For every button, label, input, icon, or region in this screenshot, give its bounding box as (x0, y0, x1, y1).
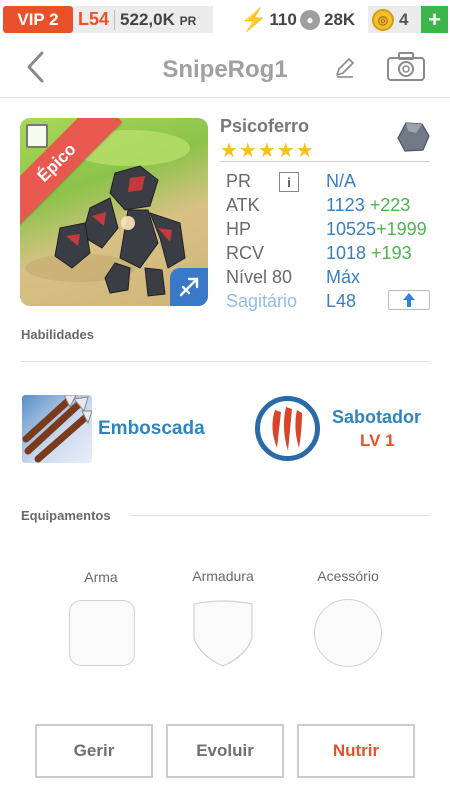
player-level: L54 (78, 9, 110, 29)
accessory-slot[interactable] (314, 599, 382, 667)
divider (130, 515, 430, 516)
equipment-section-title: Equipamentos (21, 508, 111, 523)
gold-amount: 522,0K PR (120, 10, 196, 30)
add-gems-button[interactable]: + (421, 6, 448, 33)
paw-counter[interactable]: ● 28K (300, 6, 355, 33)
stat-label-atk: ATK (226, 195, 260, 215)
gem-value: 4 (399, 9, 409, 29)
hero-name: Psicoferro (220, 116, 310, 136)
energy-value: 110 (269, 9, 297, 29)
gold-unit: PR (179, 13, 197, 28)
level-gold-box: L54 522,0K PR (73, 6, 213, 33)
divider (114, 9, 116, 30)
divider (21, 361, 430, 362)
upgrade-arrow-button[interactable] (388, 290, 430, 310)
armor-slot[interactable] (190, 598, 256, 668)
armor-slot-label: Armadura (192, 568, 254, 584)
vip-badge[interactable]: VIP 2 (3, 6, 73, 33)
stat-value-level: Máx (326, 267, 361, 287)
gem-coin-icon: ◎ (372, 8, 394, 31)
atk-base: 1123 (326, 195, 365, 215)
element-rock-icon (397, 122, 430, 152)
status-bar: VIP 2 L54 522,0K PR ⚡ 110 ● 28K ◎ 4 + (0, 0, 450, 38)
gem-counter: ◎ 4 + (368, 6, 448, 33)
manage-button[interactable]: Gerir (35, 724, 153, 778)
atk-bonus: +223 (369, 195, 411, 215)
up-arrow-icon (403, 293, 415, 307)
rcv-base: 1018 (326, 243, 367, 263)
stat-value-pr: N/A (326, 171, 357, 191)
claw-skill-icon[interactable] (255, 396, 320, 461)
weapon-slot-label: Arma (84, 569, 118, 585)
stat-value-rcv: 1018 +193 (326, 243, 412, 264)
weapon-slot[interactable] (69, 600, 135, 666)
rcv-bonus: +193 (371, 243, 412, 263)
skill2-name[interactable]: Sabotador (332, 407, 421, 428)
info-icon[interactable]: i (279, 172, 299, 192)
hp-bonus: +1999 (376, 219, 427, 239)
skills-section-title: Habilidades (21, 327, 94, 342)
page-title: SnipeRog1 (162, 56, 288, 83)
lightning-icon: ⚡ (240, 6, 268, 32)
stat-label-hp: HP (226, 219, 252, 239)
ambush-skill-icon[interactable] (22, 395, 92, 463)
paw-icon: ● (300, 9, 320, 30)
energy-counter[interactable]: ⚡ 110 (240, 6, 297, 33)
notes-icon[interactable] (26, 124, 48, 148)
stat-value-atk: 1123 +223 (326, 195, 410, 216)
feed-button[interactable]: Nutrir (297, 724, 415, 778)
stat-value-sign: L48 (326, 291, 357, 311)
evolve-button[interactable]: Evoluir (166, 724, 284, 778)
accessory-slot-label: Acessório (317, 568, 379, 584)
paw-value: 28K (324, 9, 356, 29)
divider (220, 161, 430, 162)
stat-label-rcv: RCV (226, 243, 265, 263)
sagittarius-bow-icon (170, 268, 208, 306)
hp-base: 10525 (326, 219, 377, 239)
stat-label-sign: Sagitário (226, 291, 298, 311)
star-rating: ★★★★★ (220, 140, 315, 162)
skill2-level: LV 1 (360, 431, 395, 450)
stat-label-level: Nível 80 (226, 267, 293, 287)
stat-value-hp: 10525+1999 (326, 219, 427, 240)
page-header: SnipeRog1 (0, 38, 450, 98)
camera-icon[interactable] (386, 52, 426, 82)
gold-value: 522,0K (120, 9, 175, 29)
skill1-name[interactable]: Emboscada (98, 418, 205, 440)
stat-label-pr: PR (226, 171, 252, 191)
hero-portrait[interactable]: Épico (20, 118, 208, 306)
pencil-edit-icon[interactable] (333, 55, 357, 79)
